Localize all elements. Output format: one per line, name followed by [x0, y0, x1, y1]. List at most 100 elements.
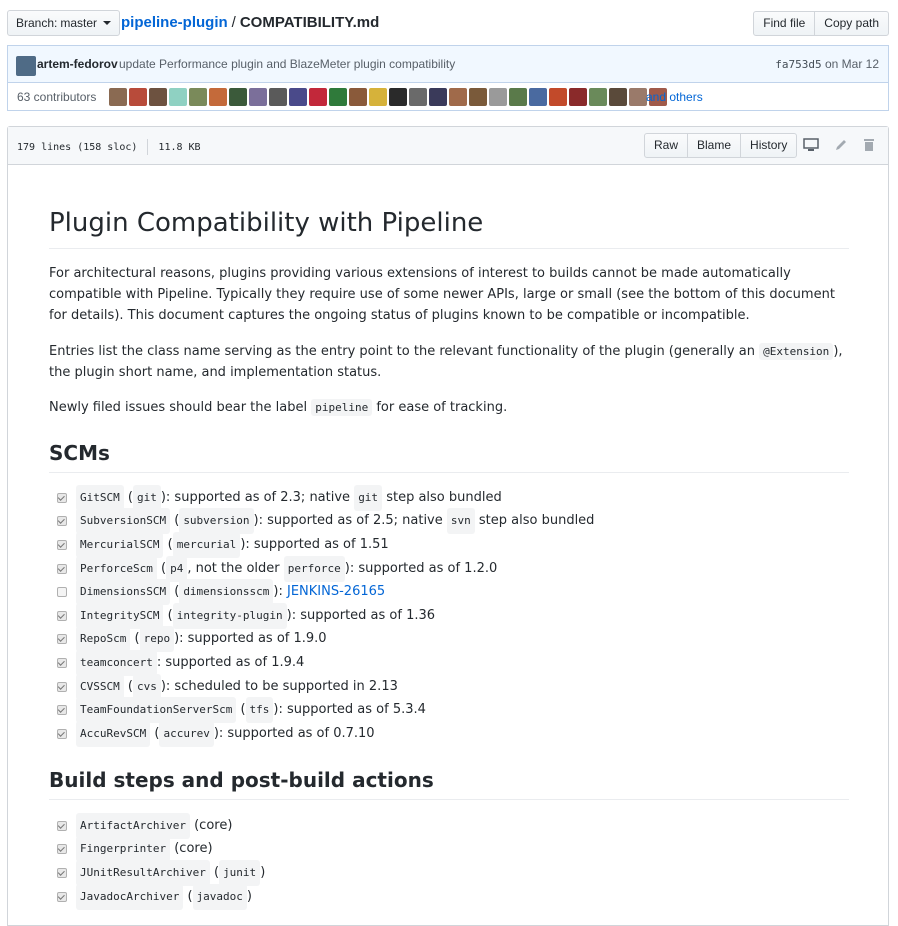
- contributor-avatar[interactable]: [289, 88, 307, 106]
- commit-tease: artem-fedorov update Performance plugin …: [7, 45, 889, 111]
- file-header: 179 lines (158 sloc) 11.8 KB Raw Blame H…: [8, 127, 888, 165]
- inline-code: dimensionsscm: [179, 579, 274, 606]
- contributor-avatar[interactable]: [609, 88, 627, 106]
- inline-code: JavadocArchiver: [76, 883, 184, 910]
- inline-code: TeamFoundationServerScm: [76, 697, 237, 724]
- checked-checkbox: [57, 820, 67, 831]
- checked-checkbox: [57, 728, 67, 739]
- task-list-item: CVSSCM (cvs): scheduled to be supported …: [57, 673, 847, 700]
- copy-path-button[interactable]: Copy path: [814, 11, 889, 36]
- contributor-avatar[interactable]: [389, 88, 407, 106]
- inline-code: accurev: [159, 720, 214, 747]
- contributor-avatar[interactable]: [549, 88, 567, 106]
- issues-text-b: for ease of tracking.: [376, 400, 508, 415]
- breadcrumb-repo-link[interactable]: pipeline-plugin: [121, 14, 228, 31]
- inline-code: repo: [139, 626, 175, 653]
- find-file-button[interactable]: Find file: [753, 11, 816, 36]
- contributor-avatar[interactable]: [529, 88, 547, 106]
- blame-button[interactable]: Blame: [687, 133, 742, 158]
- contributor-avatar[interactable]: [409, 88, 427, 106]
- item-text: ): scheduled to be supported in 2.13: [160, 678, 398, 694]
- trash-icon[interactable]: [860, 136, 878, 154]
- item-text: ): [246, 888, 252, 904]
- contributor-avatar[interactable]: [509, 88, 527, 106]
- contributor-avatar[interactable]: [589, 88, 607, 106]
- branch-label: Branch:: [16, 16, 58, 30]
- contributor-avatar[interactable]: [229, 88, 247, 106]
- checked-checkbox: [57, 563, 67, 574]
- checked-checkbox: [57, 867, 67, 878]
- item-text: (: [163, 607, 173, 623]
- contributor-avatar[interactable]: [489, 88, 507, 106]
- item-text: ): supported as of 0.7.10: [213, 725, 375, 741]
- item-text: ): supported as of 1.9.0: [174, 631, 327, 647]
- breadcrumb-separator: /: [231, 14, 236, 31]
- contributor-avatar[interactable]: [169, 88, 187, 106]
- checked-checkbox: [57, 705, 67, 716]
- contributor-avatar[interactable]: [189, 88, 207, 106]
- issues-paragraph: Newly filed issues should bear the label…: [49, 397, 849, 418]
- item-text: (: [236, 702, 246, 718]
- task-list-item: DimensionsSCM (dimensionsscm): JENKINS-2…: [57, 579, 847, 606]
- avatar[interactable]: [16, 56, 36, 76]
- build-steps-task-list: ArtifactArchiver (core) Fingerprinter (co…: [57, 812, 847, 910]
- contributor-avatar[interactable]: [329, 88, 347, 106]
- history-button[interactable]: History: [740, 133, 798, 158]
- commit-sha-link[interactable]: fa753d5: [775, 58, 821, 71]
- item-text: (core): [170, 841, 213, 857]
- divider: [147, 139, 149, 155]
- file-box: 179 lines (158 sloc) 11.8 KB Raw Blame H…: [7, 126, 889, 926]
- contributor-avatar[interactable]: [129, 88, 147, 106]
- task-list-item: Fingerprinter (core): [57, 836, 847, 863]
- contributor-avatar[interactable]: [249, 88, 267, 106]
- item-text: ): supported as of 5.3.4: [273, 702, 426, 718]
- file-actions: Raw Blame History: [644, 133, 798, 158]
- intro-paragraph: For architectural reasons, plugins provi…: [49, 266, 835, 323]
- inline-code: MercurialSCM: [76, 531, 164, 558]
- issue-link[interactable]: JENKINS-26165: [287, 581, 385, 603]
- contributor-avatar[interactable]: [429, 88, 447, 106]
- item-text: (: [170, 513, 180, 529]
- contributor-avatar[interactable]: [449, 88, 467, 106]
- commit-author-link[interactable]: artem-fedorov: [37, 57, 118, 71]
- item-text: (: [156, 560, 167, 576]
- file-line-count: 179 lines (158 sloc): [17, 141, 138, 153]
- raw-button[interactable]: Raw: [644, 133, 689, 158]
- checked-checkbox: [57, 539, 67, 550]
- contributors-count-link[interactable]: 63 contributors: [17, 90, 96, 104]
- inline-code: teamconcert: [76, 649, 157, 676]
- task-list-item: IntegritySCM (integrity-plugin): support…: [57, 602, 847, 629]
- item-text: ): supported as of 2.3; native: [160, 489, 355, 505]
- pipeline-label-code: pipeline: [311, 399, 373, 416]
- contributor-avatar[interactable]: [349, 88, 367, 106]
- inline-code: PerforceScm: [76, 555, 157, 582]
- inline-code: GitSCM: [76, 484, 124, 511]
- contributor-avatar[interactable]: [209, 88, 227, 106]
- item-text: step also bundled: [474, 513, 595, 529]
- inline-code: javadoc: [192, 883, 247, 910]
- inline-code: tfs: [245, 697, 274, 724]
- inline-code: IntegritySCM: [76, 602, 164, 629]
- desktop-icon[interactable]: [802, 136, 820, 154]
- contributor-avatar[interactable]: [369, 88, 387, 106]
- contributor-avatar[interactable]: [269, 88, 287, 106]
- contributor-avatar[interactable]: [149, 88, 167, 106]
- contributor-avatar[interactable]: [469, 88, 487, 106]
- task-list-item: AccuRevSCM (accurev): supported as of 0.…: [57, 720, 847, 747]
- inline-code: JUnitResultArchiver: [76, 859, 210, 886]
- item-text: ): supported as of 1.2.0: [344, 560, 498, 576]
- inline-code: svn: [446, 508, 475, 535]
- contributor-avatar[interactable]: [629, 88, 647, 106]
- branch-select-button[interactable]: Branch: master: [7, 10, 121, 36]
- and-others-link[interactable]: and others: [646, 90, 703, 104]
- contributor-avatar[interactable]: [569, 88, 587, 106]
- item-text: ): [260, 864, 266, 880]
- file-nav-buttons: Find file Copy path: [753, 11, 889, 36]
- inline-code: integrity-plugin: [172, 602, 287, 629]
- inline-code: DimensionsSCM: [76, 579, 171, 606]
- task-list-item: PerforceScm (p4, not the older perforce)…: [57, 555, 847, 582]
- commit-message-link[interactable]: update Performance plugin and BlazeMeter…: [119, 57, 455, 71]
- contributor-avatar[interactable]: [109, 88, 127, 106]
- contributor-avatar[interactable]: [309, 88, 327, 106]
- pencil-icon[interactable]: [832, 136, 850, 154]
